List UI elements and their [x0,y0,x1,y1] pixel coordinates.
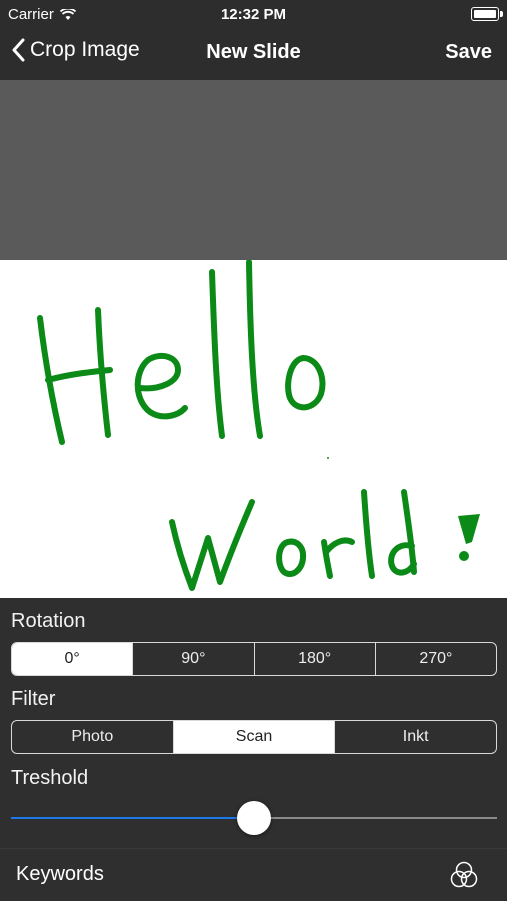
filter-segmented-control: Photo Scan Inkt [11,720,497,754]
rotation-label: Rotation [11,610,86,632]
rotation-segmented-control: 0° 90° 180° 270° [11,642,497,676]
threshold-slider[interactable] [11,801,497,835]
crop-background [0,80,507,260]
rotation-option-180[interactable]: 180° [253,643,375,675]
keywords-button[interactable]: Keywords [16,863,104,886]
overlapping-circles-icon[interactable] [449,861,479,889]
bottom-bar: Keywords [0,848,507,901]
battery-icon [471,7,503,21]
filter-label: Filter [11,688,56,710]
filter-option-photo[interactable]: Photo [12,721,173,753]
filter-option-inkt[interactable]: Inkt [334,721,496,753]
adjustment-controls: Rotation 0° 90° 180° 270° Filter Photo S… [0,598,507,848]
filter-option-scan[interactable]: Scan [172,721,335,753]
slider-fill [11,817,254,819]
page-title: New Slide [206,41,301,63]
rotation-option-270[interactable]: 270° [374,643,496,675]
status-bar: Carrier 12:32 PM [0,0,507,28]
save-button[interactable]: Save [445,41,492,64]
navigation-bar: Crop Image New Slide Save [0,28,507,80]
handwriting-drawing [37,259,480,591]
slider-thumb[interactable] [237,801,271,835]
rotation-option-0[interactable]: 0° [12,643,133,675]
rotation-option-90[interactable]: 90° [132,643,253,675]
threshold-label: Treshold [11,767,89,789]
image-preview [0,259,507,598]
status-time: 12:32 PM [220,6,287,23]
